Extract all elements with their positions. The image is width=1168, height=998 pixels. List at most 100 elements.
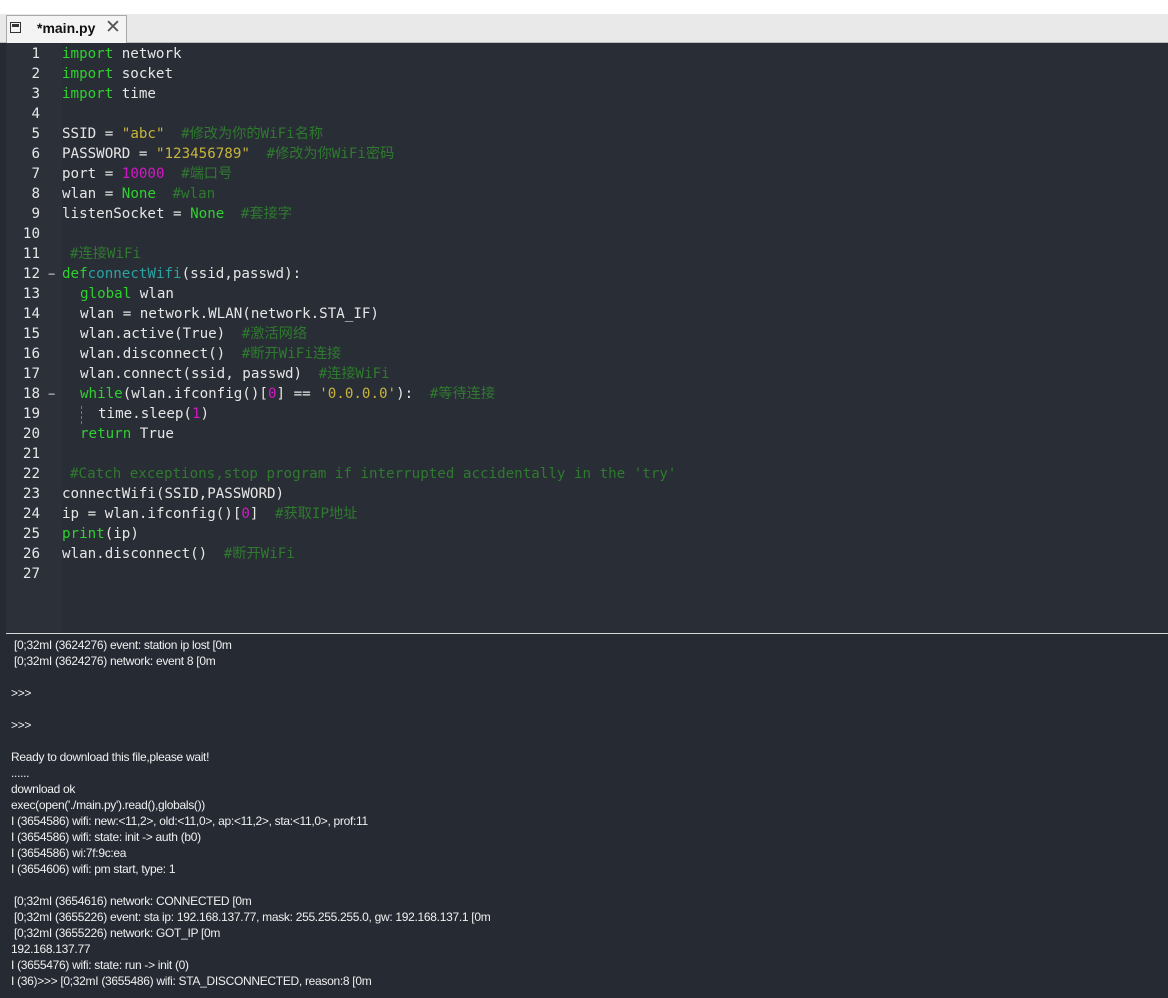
code-editor[interactable]: 1 import network 2 import socket 3 import time 4 5…	[6, 43, 1168, 634]
code-token: (ssid,passwd):	[181, 266, 302, 282]
code-line: defconnectWifi(ssid,passwd):	[62, 264, 301, 284]
code-token: network	[121, 46, 182, 62]
code-comment: #Catch exceptions,stop program if interr…	[70, 466, 677, 482]
code-token: ip = wlan.ifconfig()[	[62, 506, 242, 522]
code-number: 10000	[121, 166, 165, 182]
line-number: 24	[22, 506, 40, 522]
fold-toggle-icon[interactable]: −	[48, 384, 55, 404]
code-line: wlan.connect(ssid, passwd) #连接WiFi	[80, 364, 390, 384]
code-line: import socket	[62, 64, 173, 84]
code-token: (wlan.ifconfig()[	[122, 386, 268, 402]
code-keyword: global	[80, 286, 132, 302]
code-comment: #修改为你WiFi密码	[266, 146, 395, 162]
console-line: ......	[11, 766, 30, 780]
code-function-name: connectWifi	[87, 266, 182, 282]
code-line: listenSocket = None #套接字	[62, 204, 292, 224]
code-token: socket	[121, 66, 173, 82]
code-keyword: while	[80, 386, 123, 402]
line-number: 21	[22, 446, 40, 462]
console-line: [0;32mI (3624276) network: event 8 [0m	[14, 654, 216, 668]
code-keyword: import	[62, 86, 114, 102]
line-number: 9	[31, 206, 40, 222]
code-comment: #套接字	[240, 206, 292, 222]
code-line: wlan.disconnect() #断开WiFi连接	[80, 344, 341, 364]
code-line: port = 10000 #端口号	[62, 164, 232, 184]
line-number: 3	[31, 86, 40, 102]
fold-toggle-icon[interactable]: −	[48, 264, 55, 284]
code-line: while(wlan.ifconfig()[0] == '0.0.0.0'): …	[80, 384, 495, 404]
code-token: ):	[396, 386, 414, 402]
console-line: 192.168.137.77	[11, 942, 91, 956]
code-comment: #连接WiFi	[70, 246, 142, 262]
code-keyword: print	[62, 526, 105, 542]
code-line: wlan.disconnect() #断开WiFi	[62, 544, 295, 564]
line-number: 19	[22, 406, 40, 422]
code-keyword: None	[190, 206, 225, 222]
console-line: exec(open('./main.py').read(),globals())	[11, 798, 205, 812]
console-line: I (3655476) wifi: state: run -> init (0)	[11, 958, 189, 972]
code-line: print(ip)	[62, 524, 139, 544]
code-comment: #连接WiFi	[318, 366, 390, 382]
line-number: 6	[31, 146, 40, 162]
code-string: '0.0.0.0'	[319, 386, 397, 402]
line-number: 25	[22, 526, 40, 542]
line-number: 16	[22, 346, 40, 362]
code-token: (ip)	[104, 526, 139, 542]
close-icon[interactable]: ✕	[105, 17, 121, 39]
console-line: [0;32mI (3655226) event: sta ip: 192.168…	[14, 910, 491, 924]
line-number: 12	[22, 266, 40, 282]
code-line: PASSWORD = "123456789" #修改为你WiFi密码	[62, 144, 394, 164]
code-line: import network	[62, 44, 182, 64]
code-token: listenSocket =	[62, 206, 191, 222]
console-line: [0;32mI (3655226) network: GOT_IP [0m	[14, 926, 221, 940]
document-icon	[10, 22, 21, 33]
code-comment: #断开WiFi连接	[241, 346, 342, 362]
code-comment: #获取IP地址	[275, 506, 358, 522]
line-number: 5	[31, 126, 40, 142]
tab-main-py[interactable]: *main.py ✕	[6, 15, 127, 43]
code-keyword: def	[62, 266, 88, 282]
code-token: True	[131, 426, 174, 442]
code-token: )	[200, 406, 210, 422]
console-line: I (3654586) wi:7f:9c:ea	[11, 846, 127, 860]
console-line: Ready to download this file,please wait!	[11, 750, 210, 764]
code-comment: #端口号	[181, 166, 233, 182]
code-line: global wlan	[80, 284, 174, 304]
code-token: wlan.disconnect()	[80, 346, 226, 362]
code-string: "abc"	[121, 126, 165, 142]
code-number: 0	[241, 506, 250, 522]
code-line: wlan = network.WLAN(network.STA_IF)	[80, 304, 379, 324]
code-token: wlan	[139, 286, 174, 302]
line-number: 17	[22, 366, 40, 382]
code-token: wlan.connect(ssid, passwd)	[80, 366, 303, 382]
code-string: "123456789"	[155, 146, 250, 162]
line-number: 15	[22, 326, 40, 342]
code-token: PASSWORD =	[62, 146, 156, 162]
line-number: 4	[31, 106, 40, 122]
console-line: I (36)>>> [0;32mI (3655486) wifi: STA_DI…	[11, 974, 372, 988]
shell-console[interactable]: [0;32mI (3624276) event: station ip lost…	[6, 633, 1168, 998]
indent-guide	[81, 406, 82, 424]
line-number: 7	[31, 166, 40, 182]
code-comment: #断开WiFi	[223, 546, 295, 562]
line-number: 23	[22, 486, 40, 502]
code-line: return True	[80, 424, 174, 444]
code-line: ip = wlan.ifconfig()[0] #获取IP地址	[62, 504, 357, 524]
code-token: time.sleep(	[98, 406, 192, 422]
line-number: 13	[22, 286, 40, 302]
code-keyword: None	[121, 186, 156, 202]
line-number: 10	[22, 226, 40, 242]
line-number: 2	[31, 66, 40, 82]
code-comment: #激活网络	[241, 326, 308, 342]
code-line: wlan = None #wlan	[62, 184, 215, 204]
code-keyword: import	[62, 66, 114, 82]
